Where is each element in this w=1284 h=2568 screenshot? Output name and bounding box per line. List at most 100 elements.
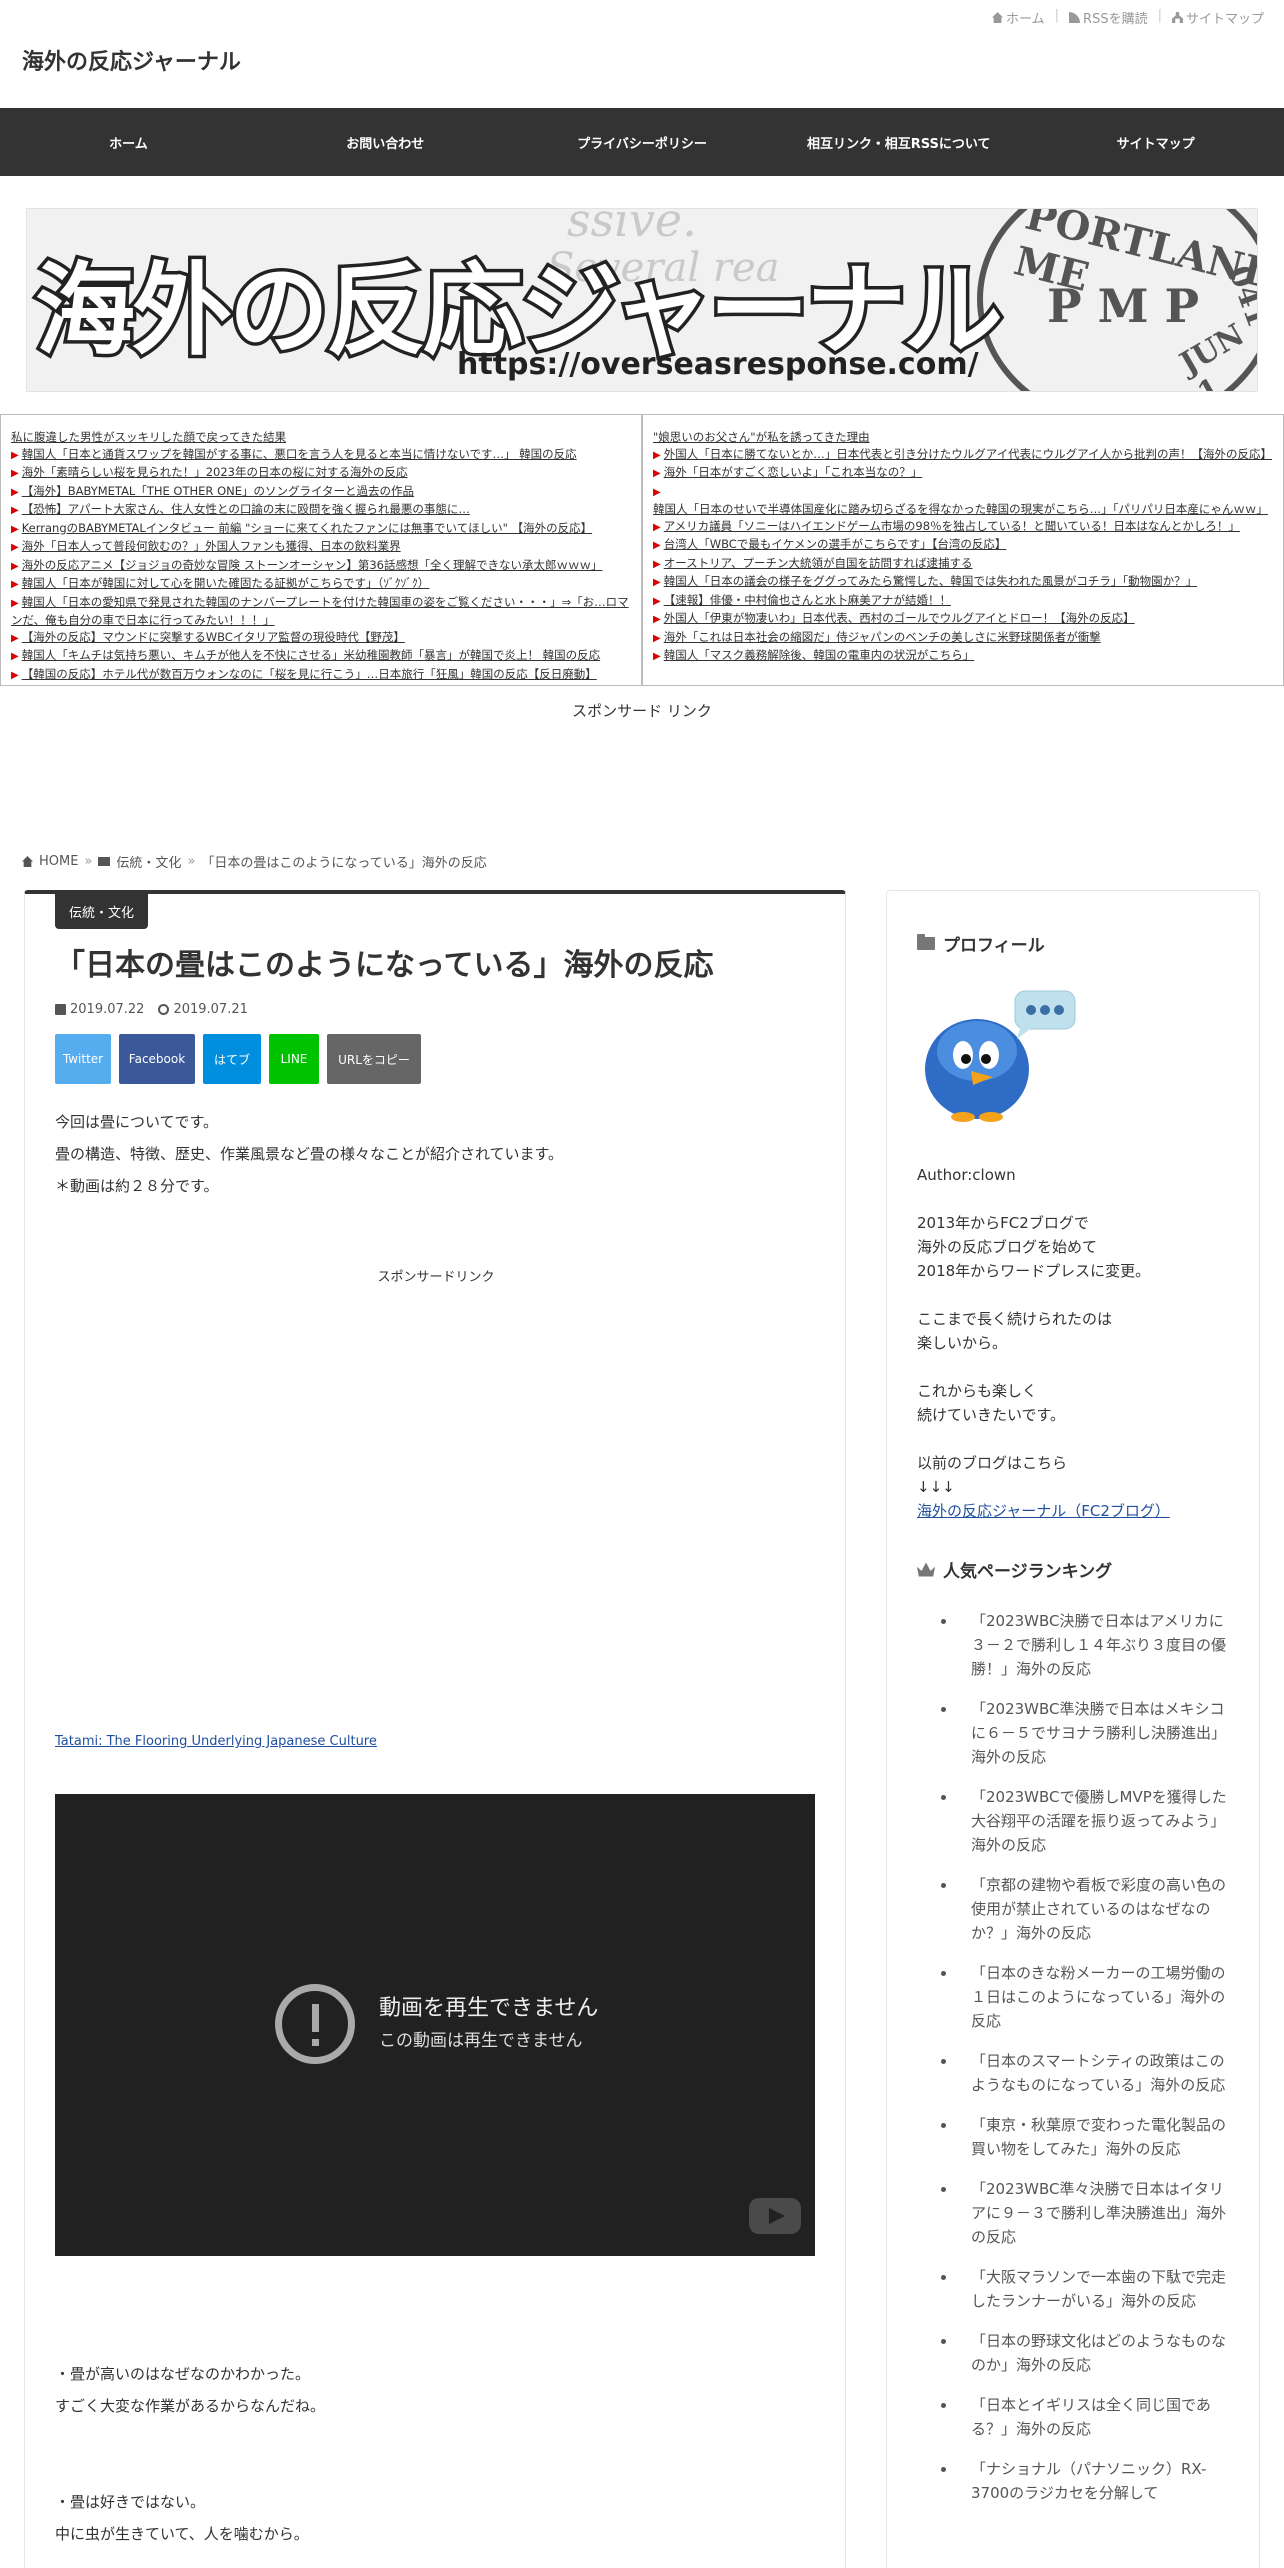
top-rss-link[interactable]: RSSを購読	[1069, 8, 1148, 27]
rss-link[interactable]: ▶ 韓国人「マスク義務解除後、韓国の電車内の状況がこちら」	[653, 647, 1273, 666]
rss-link[interactable]: ▶ 海外「これは日本社会の縮図だ」侍ジャパンのベンチの美しさに米野球関係者が衝撃	[653, 629, 1273, 648]
sitemap-icon	[1171, 12, 1183, 23]
rss-link[interactable]: 私に腹違した男性がスッキリした顔で戻ってきた結果	[11, 429, 631, 446]
ranking-item[interactable]: 「日本のスマートシティの政策はこのようなものになっている」海外の反応	[941, 2049, 1231, 2097]
arrow-icon: ▶	[11, 505, 19, 516]
arrow-icon: ▶	[653, 614, 661, 625]
author-name: Author:clown	[917, 1166, 1016, 1184]
ranking-item[interactable]: 「日本とイギリスは全く同じ国である？」海外の反応	[941, 2393, 1231, 2441]
rss-link[interactable]: ▶ 海外「素晴らしい桜を見られた！」2023年の日本の桜に対する海外の反応	[11, 464, 631, 483]
ranking-item[interactable]: 「ナショナル（パナソニック）RX-3700のラジカセを分解して	[941, 2457, 1231, 2505]
youtube-logo-icon[interactable]	[749, 2198, 801, 2234]
crown-icon	[917, 1562, 935, 1577]
arrow-icon: ▶	[11, 579, 19, 590]
breadcrumb: HOME » 伝統・文化 » 「日本の畳はこのようになっている」海外の反応	[22, 852, 487, 871]
nav-privacy-policy[interactable]: プライバシーポリシー	[514, 133, 771, 152]
nav-mutual-links[interactable]: 相互リンク・相互RSSについて	[770, 133, 1027, 152]
ranking-item[interactable]: 「2023WBC決勝で日本はアメリカに３－２で勝利し１４年ぶり３度目の優勝！」海…	[941, 1609, 1231, 1681]
breadcrumb-category[interactable]: 伝統・文化	[116, 852, 181, 871]
arrow-icon: ▶	[653, 468, 661, 479]
profile-line: ここまで長く続けられたのは	[917, 1310, 1113, 1328]
rss-link[interactable]: ▶ 海外「日本人って普段何飲むの？」外国人ファンも獲得、日本の飲料業界	[11, 538, 631, 557]
rss-link[interactable]: ▶ 韓国人「日本が韓国に対して心を開いた確固たる証拠がこちらです」（ｿﾞｸｿﾞｸ）	[11, 575, 631, 594]
profile-paragraph: 2013年からFC2ブログで 海外の反応ブログを始めて 2018年からワードプレ…	[917, 1211, 1237, 1283]
hatena-share-button[interactable]: はてブ	[203, 1034, 261, 1084]
ranking-item[interactable]: 「2023WBC準々決勝で日本はイタリアに９－３で勝利し準決勝進出」海外の反応	[941, 2177, 1231, 2249]
twitter-share-button[interactable]: Twitter	[55, 1034, 111, 1084]
rss-link[interactable]: "娘思いのお父さん"が私を誘ってきた理由	[653, 429, 1273, 446]
rss-link[interactable]: ▶ 【韓国の反応】ホテル代が数百万ウォンなのに「桜を見に行こう」…日本旅行「狂風」…	[11, 666, 631, 685]
rss-link[interactable]: ▶ 外国人「日本に勝てないとか…」日本代表と引き分けたウルグアイ代表にウルグアイ人…	[653, 446, 1273, 465]
arrow-icon: ▶	[11, 597, 19, 609]
ranking-item[interactable]: 「東京・秋葉原で変わった電化製品の買い物をしてみた」海外の反応	[941, 2113, 1231, 2161]
home-icon	[992, 12, 1004, 23]
rss-link[interactable]: ▶ 海外の反応アニメ【ジョジョの奇妙な冒険 ストーンオーシャン】第36話感想「全く…	[11, 557, 631, 576]
rss-box-left: 私に腹違した男性がスッキリした顔で戻ってきた結果 ▶ 韓国人「日本と通貨スワップを…	[0, 414, 642, 686]
folder-icon	[98, 857, 111, 866]
category-label[interactable]: 伝統・文化	[55, 894, 149, 929]
ranking-item[interactable]: 「日本のきな粉メーカーの工場労働の１日はこのようになっている」海外の反応	[941, 1961, 1231, 2033]
fc2-blog-link[interactable]: 海外の反応ジャーナル（FC2ブログ）	[917, 1502, 1170, 1520]
rss-link[interactable]: ▶ 韓国人「日本と通貨スワップを韓国がする事に、悪口を言う人を見ると本当に情けない…	[11, 446, 631, 465]
rss-link[interactable]: ▶韓国人「日本のせいで半導体国産化に踏み切らざるを得なかった韓国の現実がこちら……	[653, 483, 1273, 518]
video-player[interactable]: 動画を再生できません この動画は再生できません	[55, 1794, 815, 2256]
calendar-icon	[55, 1004, 66, 1015]
breadcrumb-home[interactable]: HOME	[39, 854, 78, 869]
rss-link[interactable]: ▶ 【恐怖】アパート大家さん、住人女性との口論の末に殴問を強く握られ最悪の事態に…	[11, 501, 631, 520]
arrow-icon: ▶	[653, 577, 661, 588]
profile-paragraph: ここまで長く続けられたのは 楽しいから。	[917, 1307, 1237, 1355]
post-comments: ・畳が高いのはなぜなのかわかった。 すごく大変な作業があるからなんだね。 ・畳は…	[55, 2358, 815, 2550]
arrow-icon: ▶	[653, 595, 661, 607]
arrow-icon: ▶	[653, 521, 661, 533]
rss-link[interactable]: ▶ 海外「日本がすごく恋しいよ」「これ本当なの？」	[653, 464, 1273, 483]
rss-link[interactable]: ▶ オーストリア、プーチン大統領が自国を訪問すれば逮捕する	[653, 555, 1273, 574]
rss-link[interactable]: ▶ 【速報】俳優・中村倫也さんと水卜麻美アナが結婚！！	[653, 592, 1273, 611]
home-icon	[22, 856, 33, 867]
arrow-icon: ▶	[11, 468, 19, 479]
facebook-share-button[interactable]: Facebook	[119, 1034, 195, 1084]
video-title-link[interactable]: Tatami: The Flooring Underlying Japanese…	[55, 1734, 377, 1749]
arrow-icon: ▶	[653, 558, 661, 570]
profile-text: Author:clown 2013年からFC2ブログで 海外の反応ブログを始めて…	[917, 1163, 1237, 1523]
rss-link[interactable]: ▶ 韓国人「日本の愛知県で発見された韓国のナンバープレートを付けた韓国車の姿をご覧…	[11, 594, 631, 629]
rss-link[interactable]: ▶ 【海外の反応】マウンドに突撃するWBCイタリア監督の現役時代【野茂】	[11, 629, 631, 648]
header-banner[interactable]: ssive. Several rea PORTLAND, ME P M P JU…	[26, 208, 1258, 392]
ranking-item[interactable]: 「2023WBC準決勝で日本はメキシコに６－５でサヨナラ勝利し決勝進出」海外の反…	[941, 1697, 1231, 1769]
top-utility-bar: ホーム | RSSを購読 | サイトマップ	[992, 8, 1264, 27]
profile-line: 続けていきたいです。	[917, 1406, 1066, 1424]
rss-link[interactable]: ▶ 韓国人「キムチは気持ち悪い、キムチが他人を不快にさせる」米幼稚園教師「暴言」が…	[11, 647, 631, 666]
ranking-item[interactable]: 「京都の建物や看板で彩度の高い色の使用が禁止されているのはなぜなのか？」海外の反…	[941, 1873, 1231, 1945]
rss-link[interactable]: ▶ 外国人「伊東が物凄いわ」日本代表、西村のゴールでウルグアイとドロー！【海外の反…	[653, 610, 1273, 629]
rss-link[interactable]: ▶ KerrangのBABYMETALインタビュー 前編 "ショーに来てくれたファ…	[11, 520, 631, 539]
copy-url-button[interactable]: URLをコピー	[327, 1034, 421, 1084]
breadcrumb-current: 「日本の畳はこのようになっている」海外の反応	[201, 856, 487, 871]
ranking-item[interactable]: 「日本の野球文化はどのようなものなのか」海外の反応	[941, 2329, 1231, 2377]
line-share-button[interactable]: LINE	[269, 1034, 319, 1084]
ranking-item[interactable]: 「大阪マラソンで一本歯の下駄で完走したランナーがいる」海外の反応	[941, 2265, 1231, 2313]
rss-link[interactable]: ▶ 韓国人「日本の議会の様子をググってみたら驚愕した、韓国では失われた風景がコチラ…	[653, 573, 1273, 592]
nav-contact[interactable]: お問い合わせ	[257, 133, 514, 152]
top-sitemap-link[interactable]: サイトマップ	[1171, 8, 1264, 27]
top-home-link[interactable]: ホーム	[992, 8, 1045, 27]
site-title[interactable]: 海外の反応ジャーナル	[22, 44, 241, 76]
ranking-list: 「2023WBC決勝で日本はアメリカに３－２で勝利し１４年ぶり３度目の優勝！」海…	[941, 1609, 1231, 2521]
rss-link[interactable]: ▶ アメリカ議員「ソニーはハイエンドゲーム市場の98％を独占している！と聞いている…	[653, 518, 1273, 537]
profile-line: 楽しいから。	[917, 1334, 1008, 1352]
arrow-icon: ▶	[653, 632, 661, 644]
rss-link[interactable]: ▶ 台湾人「WBCで最もイケメンの選手がこちらです」【台湾の反応】	[653, 536, 1273, 555]
nav-sitemap[interactable]: サイトマップ	[1027, 133, 1284, 152]
breadcrumb-separator: »	[187, 854, 196, 869]
nav-home[interactable]: ホーム	[0, 133, 257, 152]
post-title: 「日本の畳はこのようになっている」海外の反応	[55, 948, 714, 983]
paragraph: ＊動画は約２８分です。	[55, 1177, 219, 1195]
sidebar: プロフィール Author:clown 2013年からFC2ブログで 海外の反応…	[886, 890, 1260, 2568]
sponsored-link-label: スポンサード リンク	[572, 702, 712, 720]
comment-line: ・畳が高いのはなぜなのかわかった。	[55, 2365, 311, 2383]
ranking-item[interactable]: 「2023WBCで優勝しMVPを獲得した大谷翔平の活躍を振り返ってみよう」海外の…	[941, 1785, 1231, 1857]
comment-line: 中に虫が生きていて、人を噛むから。	[55, 2525, 309, 2543]
video-error-title: 動画を再生できません	[379, 1996, 599, 2021]
profile-paragraph: これからも楽しく 続けていきたいです。	[917, 1379, 1237, 1427]
rss-link[interactable]: ▶ 【海外】BABYMETAL「THE OTHER ONE」のソングライターと過去…	[11, 483, 631, 502]
profile-avatar	[925, 990, 1076, 1122]
